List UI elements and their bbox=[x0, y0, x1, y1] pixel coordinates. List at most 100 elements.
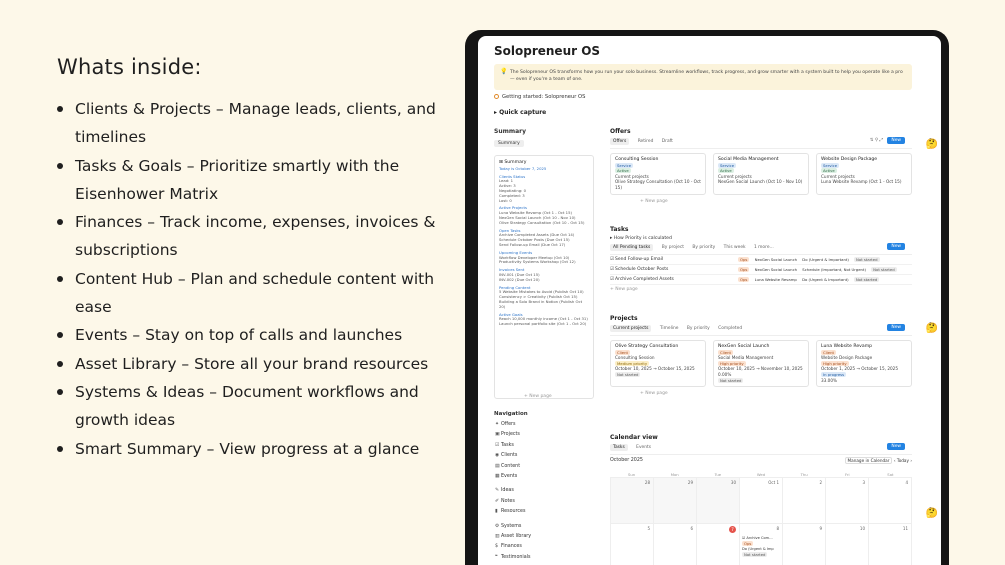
projects-new-page[interactable]: + New page bbox=[610, 391, 912, 396]
tasks-section: Tasks ▸ How Priority is calculated All P… bbox=[610, 226, 912, 292]
calendar-event[interactable]: ☑ Archive Com... Ops Do (Urgent & Imp Not s… bbox=[742, 536, 780, 558]
calendar-day[interactable]: 9 bbox=[783, 524, 826, 565]
offer-type-tag: Service bbox=[718, 162, 737, 168]
calendar-day[interactable]: 3 bbox=[826, 478, 869, 524]
circle-icon bbox=[494, 94, 499, 99]
weekday-label: Fri bbox=[845, 472, 850, 477]
calendar-day[interactable]: 28 bbox=[611, 478, 654, 524]
tab-tasks[interactable]: Tasks bbox=[610, 444, 628, 451]
nav-item-tasks[interactable]: ☑ Tasks bbox=[494, 441, 594, 451]
tab-events[interactable]: Events bbox=[636, 445, 651, 450]
chevron-left-icon[interactable]: ‹ bbox=[894, 458, 896, 463]
tab-timeline[interactable]: Timeline bbox=[660, 326, 679, 331]
summary-line: Lost: 0 bbox=[499, 197, 512, 203]
nav-item-systems[interactable]: ⚙ Systems bbox=[494, 522, 594, 532]
nav-item-events[interactable]: ▦Events bbox=[494, 472, 594, 482]
features-heading: Whats inside: bbox=[57, 55, 202, 79]
project-tag: Client bbox=[821, 349, 836, 355]
tab-retired[interactable]: Retired bbox=[638, 139, 654, 144]
nav-item-projects[interactable]: ▣Projects bbox=[494, 430, 594, 440]
nav-item-finances[interactable]: $ Finances bbox=[494, 542, 594, 552]
day-number: Oct 1 bbox=[768, 480, 779, 485]
tab-all-pending[interactable]: All Pending tasks bbox=[610, 244, 654, 251]
offer-card[interactable]: Social Media Management Service Active C… bbox=[713, 153, 809, 195]
nav-label: Resources bbox=[501, 509, 526, 515]
task-status: Not started bbox=[854, 257, 880, 262]
nav-item-offers[interactable]: ✦ Offers bbox=[494, 420, 594, 430]
tab-draft[interactable]: Draft bbox=[662, 139, 673, 144]
calendar-new-button[interactable]: New bbox=[887, 443, 905, 450]
manage-calendar-button[interactable]: Manage in Calendar bbox=[844, 457, 893, 464]
summary-group: Invoices Sent INV-001 (Due Oct 15) INV-002… bbox=[499, 267, 589, 282]
calendar-day[interactable]: 6 bbox=[654, 524, 697, 565]
tasks-new-page[interactable]: + New page bbox=[610, 287, 912, 292]
calendar-grid: 28 29 30 Oct 1 2 3 4 5 6 7 8 ☑ Archive Com... Ops Do … bbox=[610, 477, 912, 565]
project-card[interactable]: Luna Website Revamp Client Website Desig… bbox=[816, 340, 912, 388]
nav-item-testimonials[interactable]: ❝ Testimonials bbox=[494, 553, 594, 563]
getting-started-link[interactable]: Getting started: Solopreneur OS bbox=[494, 94, 585, 100]
tab-offers[interactable]: Offers bbox=[610, 138, 630, 145]
calendar-day[interactable]: 29 bbox=[654, 478, 697, 524]
feature-item: Smart Summary – View progress at a glanc… bbox=[57, 435, 447, 463]
task-name: Schedule October Posts bbox=[615, 267, 669, 272]
task-type-tag: Ops bbox=[738, 257, 750, 262]
quick-capture-label: Quick capture bbox=[499, 109, 547, 116]
priority-toggle[interactable]: ▸ How Priority is calculated bbox=[610, 236, 912, 241]
offer-type-tag: Service bbox=[821, 162, 840, 168]
nav-label: Testimonials bbox=[501, 554, 531, 560]
nav-item-ideas[interactable]: ✎ Ideas bbox=[494, 486, 594, 496]
offer-card[interactable]: Consulting Session Service Active Curren… bbox=[610, 153, 706, 195]
task-row[interactable]: ☑Schedule October Posts Ops NexGen Socia… bbox=[610, 265, 912, 275]
nav-item-content[interactable]: ▤Content bbox=[494, 462, 594, 472]
project-priority: High priority bbox=[821, 360, 849, 366]
today-button[interactable]: Today bbox=[897, 458, 909, 463]
task-priority: Schedule (Important, Not Urgent) bbox=[802, 267, 866, 272]
offer-card[interactable]: Website Design Package Service Active Cu… bbox=[816, 153, 912, 195]
offer-type-tag: Service bbox=[615, 162, 634, 168]
nav-label: Projects bbox=[501, 432, 520, 438]
nav-item-clients[interactable]: ◉ Clients bbox=[494, 451, 594, 461]
callout-text: The Solopreneur OS transforms how you ru… bbox=[510, 70, 903, 82]
tab-current-projects[interactable]: Current projects bbox=[610, 325, 652, 332]
calendar-day[interactable]: 8 ☑ Archive Com... Ops Do (Urgent & Imp Not … bbox=[740, 524, 783, 565]
chevron-right-icon[interactable]: › bbox=[910, 458, 912, 463]
calendar-day[interactable]: 11 bbox=[869, 524, 912, 565]
calendar-day[interactable]: 10 bbox=[826, 524, 869, 565]
calendar-controls: Manage in Calendar ‹ Today › bbox=[844, 457, 912, 464]
quick-capture-toggle[interactable]: ▸ Quick capture bbox=[494, 109, 546, 116]
nav-item-resources[interactable]: ▮ Resources bbox=[494, 507, 594, 517]
tab-more[interactable]: 1 more... bbox=[754, 245, 774, 250]
nav-item-notes[interactable]: ✐ Notes bbox=[494, 497, 594, 507]
summary-group: Active Projects Luna Website Revamp (Oct … bbox=[499, 206, 589, 225]
calendar-day[interactable]: 2 bbox=[783, 478, 826, 524]
projects-new-button[interactable]: New bbox=[887, 324, 905, 331]
tab-by-project[interactable]: By project bbox=[662, 245, 684, 250]
offers-new-button[interactable]: New bbox=[887, 137, 905, 144]
task-row[interactable]: ☑Send Follow-up Email Ops NexGen Social … bbox=[610, 255, 912, 265]
feature-item: Events – Stay on top of calls and launch… bbox=[57, 321, 447, 349]
tab-this-week[interactable]: This week bbox=[724, 245, 746, 250]
view-tools: New bbox=[884, 324, 912, 331]
day-number: 4 bbox=[905, 480, 908, 485]
calendar-day[interactable]: 5 bbox=[611, 524, 654, 565]
task-row[interactable]: ☑Archive Completed Assets Ops Luna Websi… bbox=[610, 275, 912, 285]
project-card[interactable]: Olive Strategy Consultation Client Consu… bbox=[610, 340, 706, 388]
calendar-day[interactable]: 30 bbox=[697, 478, 740, 524]
calendar-day[interactable]: Oct 1 bbox=[740, 478, 783, 524]
calendar-day[interactable]: 7 bbox=[697, 524, 740, 565]
day-number: 8 bbox=[776, 526, 779, 531]
calendar-day[interactable]: 4 bbox=[869, 478, 912, 524]
tab-by-priority[interactable]: By priority bbox=[692, 245, 715, 250]
tasks-new-button[interactable]: New bbox=[887, 243, 905, 250]
tab-completed[interactable]: Completed bbox=[718, 326, 742, 331]
tab-by-priority[interactable]: By priority bbox=[687, 326, 710, 331]
summary-new-page[interactable]: + New page bbox=[524, 394, 552, 399]
offers-new-page[interactable]: + New page bbox=[610, 199, 912, 204]
nav-label: Tasks bbox=[501, 442, 514, 448]
day-number: 3 bbox=[862, 480, 865, 485]
project-status: Not started bbox=[718, 377, 744, 383]
nav-item-asset-library[interactable]: ▥Asset library bbox=[494, 532, 594, 542]
project-card[interactable]: NexGen Social Launch Client Social Media… bbox=[713, 340, 809, 388]
summary-view-tab[interactable]: Summary bbox=[494, 140, 524, 147]
summary-card[interactable]: ⊞ Summary Today is October 7, 2025 Clien… bbox=[494, 155, 594, 399]
